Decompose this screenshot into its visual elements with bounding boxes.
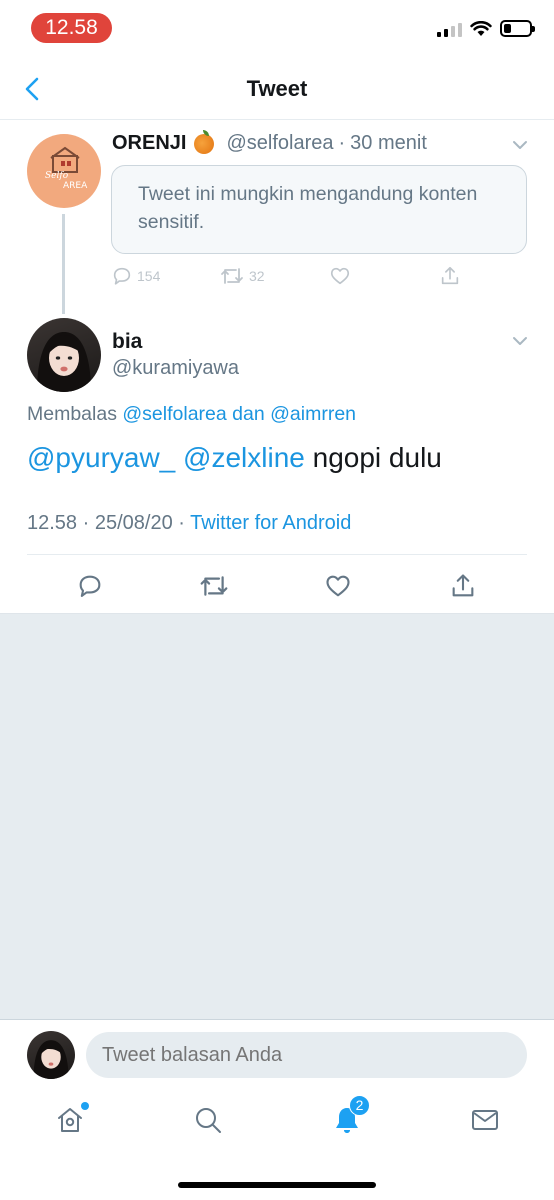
tweet-actions	[0, 569, 554, 603]
heart-icon	[330, 267, 350, 285]
reply-composer	[0, 1019, 554, 1089]
status-bar: 12.58	[0, 0, 554, 56]
battery-level	[504, 24, 511, 33]
svg-text:AREA: AREA	[63, 181, 88, 191]
tweet-date: 25/08/20	[94, 512, 173, 534]
separator: ·	[82, 512, 90, 534]
tweet-client-link[interactable]: Twitter for Android	[190, 512, 351, 534]
parent-share-button[interactable]	[439, 265, 461, 287]
parent-author-name[interactable]: ORENJI	[112, 132, 186, 155]
mention-link[interactable]: @zelxline	[183, 442, 305, 473]
sensitive-content-notice[interactable]: Tweet ini mungkin mengandung konten sens…	[111, 165, 527, 254]
avatar[interactable]	[27, 318, 101, 392]
chevron-down-icon[interactable]	[511, 332, 529, 350]
thread-line	[62, 214, 65, 314]
mail-icon	[472, 1110, 498, 1130]
tweet-meta: 12.58 · 25/08/20 · Twitter for Android	[27, 512, 351, 535]
like-button[interactable]	[321, 569, 355, 603]
tab-home[interactable]	[53, 1102, 89, 1137]
home-indicator	[178, 1182, 376, 1188]
divider	[27, 554, 527, 555]
system-icons	[437, 20, 535, 37]
wifi-icon	[470, 20, 492, 36]
profile-photo	[33, 1040, 69, 1079]
reply-input[interactable]	[86, 1032, 527, 1078]
parent-author-handle[interactable]: @selfolarea	[226, 132, 333, 155]
nav-bar: Tweet	[0, 56, 554, 120]
reply-icon	[113, 267, 131, 285]
cellular-signal-icon	[437, 21, 462, 37]
parent-like-button[interactable]	[329, 265, 351, 287]
share-button[interactable]	[446, 569, 480, 603]
tweet-text: ngopi dulu	[312, 442, 442, 473]
retweet-icon	[200, 576, 228, 596]
page-title: Tweet	[246, 76, 308, 101]
search-icon	[196, 1108, 221, 1133]
tab-messages[interactable]	[468, 1103, 502, 1137]
parent-retweet-button[interactable]: 32	[219, 265, 265, 287]
avatar[interactable]	[27, 1031, 75, 1079]
parent-tweet-header: ORENJI @selfolarea · 30 menit	[112, 129, 427, 155]
separator: ·	[178, 512, 185, 534]
chevron-down-icon[interactable]	[511, 136, 529, 154]
parent-retweet-count: 32	[249, 268, 265, 284]
author-name[interactable]: bia	[112, 330, 142, 354]
retweet-icon	[221, 268, 243, 284]
new-content-dot	[81, 1102, 89, 1110]
parent-tweet-time: 30 menit	[350, 132, 427, 154]
retweet-button[interactable]	[197, 569, 231, 603]
selfo-area-logo: Selfo AREA	[45, 146, 88, 191]
heart-icon	[326, 575, 350, 597]
reply-prefix: Membalas	[27, 403, 117, 425]
svg-text:Selfo: Selfo	[45, 171, 69, 181]
reply-user-link[interactable]: @aimrren	[270, 403, 356, 425]
parent-reply-button[interactable]: 154	[111, 265, 160, 287]
profile-photo	[37, 332, 91, 392]
tweet-body: @pyuryaw_ @zelxline ngopi dulu	[27, 442, 442, 474]
parent-tweet-actions: 154 32	[111, 265, 511, 291]
replying-to: Membalas @selfolarea dan @aimrren	[27, 403, 356, 426]
reply-icon	[79, 575, 101, 597]
share-icon	[452, 574, 474, 597]
avatar[interactable]: Selfo AREA	[27, 134, 101, 208]
separator: ·	[338, 132, 346, 154]
reply-joiner: dan	[232, 403, 265, 425]
tweet-time: 12.58	[27, 512, 78, 534]
tab-notifications[interactable]: 2	[330, 1095, 370, 1137]
mention-link[interactable]: @pyuryaw_	[27, 442, 175, 473]
reply-user-link[interactable]: @selfolarea	[122, 403, 226, 425]
author-handle[interactable]: @kuramiyawa	[112, 357, 239, 380]
parent-reply-count: 154	[137, 268, 161, 284]
home-icon	[58, 1108, 82, 1132]
orange-emoji-icon	[194, 129, 215, 154]
battery-icon	[500, 20, 535, 37]
reply-button[interactable]	[73, 569, 107, 603]
status-time: 12.58	[31, 13, 112, 43]
notification-badge: 2	[349, 1095, 370, 1116]
tab-search[interactable]	[191, 1103, 225, 1137]
tweet-detail: Selfo AREA ORENJI @selfolarea · 30 menit…	[0, 120, 554, 614]
share-icon	[441, 266, 459, 285]
